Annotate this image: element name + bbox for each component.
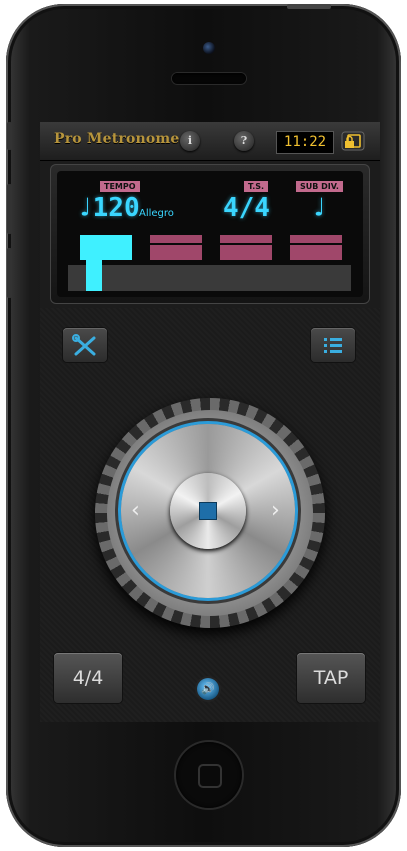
- dial-ring: ‹ ›: [107, 410, 313, 616]
- earpiece-speaker: [172, 73, 246, 84]
- help-button[interactable]: ?: [234, 131, 254, 151]
- subdivision-tag: SUB DIV.: [296, 181, 343, 192]
- beat-meter-fill: [86, 260, 102, 291]
- tempo-tag: TEMPO: [100, 181, 140, 192]
- settings-button[interactable]: [63, 328, 107, 362]
- front-camera: [203, 42, 215, 54]
- beat-indicator-3: [220, 235, 272, 260]
- mute-switch: [7, 122, 12, 150]
- power-button: [287, 4, 331, 9]
- beat-meter-track: [68, 265, 351, 291]
- app-title: Pro Metronome: [54, 131, 180, 147]
- home-button[interactable]: [176, 742, 242, 808]
- home-square-icon: [198, 764, 222, 788]
- sound-button[interactable]: 🔊: [197, 678, 219, 700]
- stop-icon: [200, 503, 216, 519]
- subdivision-value[interactable]: ♩: [311, 193, 327, 223]
- info-button[interactable]: i: [180, 131, 200, 151]
- time-signature-button[interactable]: 4/4: [54, 653, 122, 703]
- top-bar: Pro Metronome i ? 11:22: [40, 122, 380, 161]
- wrench-screwdriver-icon: [72, 334, 96, 356]
- time-signature-tag: T.S.: [244, 181, 269, 192]
- clock-display: 11:22: [276, 131, 334, 154]
- dial-face[interactable]: ‹ ›: [121, 424, 295, 598]
- beat-indicator-1: [80, 235, 132, 260]
- speaker-icon: 🔊: [201, 682, 215, 695]
- start-stop-button[interactable]: [170, 473, 246, 549]
- increase-tempo-arrow[interactable]: ›: [271, 498, 280, 523]
- display-frame: TEMPO T.S. SUB DIV. ♩120 Allegro 4/4 ♩: [50, 164, 370, 304]
- tempo-value[interactable]: ♩120: [77, 193, 140, 223]
- preset-list-button[interactable]: [311, 328, 355, 362]
- time-signature-value[interactable]: 4/4: [223, 193, 270, 223]
- lcd-display: TEMPO T.S. SUB DIV. ♩120 Allegro 4/4 ♩: [57, 171, 363, 297]
- volume-down-button: [7, 248, 12, 298]
- screen-lock-button[interactable]: [340, 130, 366, 152]
- beat-indicator-4: [290, 235, 342, 260]
- app-screen: Pro Metronome i ? 11:22 TEMPO T.S. SUB D…: [40, 122, 380, 722]
- tempo-dial[interactable]: ‹ ›: [95, 398, 325, 628]
- beat-indicator-2: [150, 235, 202, 260]
- tempo-marking: Allegro: [139, 208, 174, 219]
- list-icon: [324, 338, 342, 353]
- tap-tempo-button[interactable]: TAP: [297, 653, 365, 703]
- phone-body: Pro Metronome i ? 11:22 TEMPO T.S. SUB D…: [6, 4, 401, 847]
- lock-rotation-icon: [341, 131, 365, 151]
- decrease-tempo-arrow[interactable]: ‹: [131, 498, 140, 523]
- volume-up-button: [7, 184, 12, 234]
